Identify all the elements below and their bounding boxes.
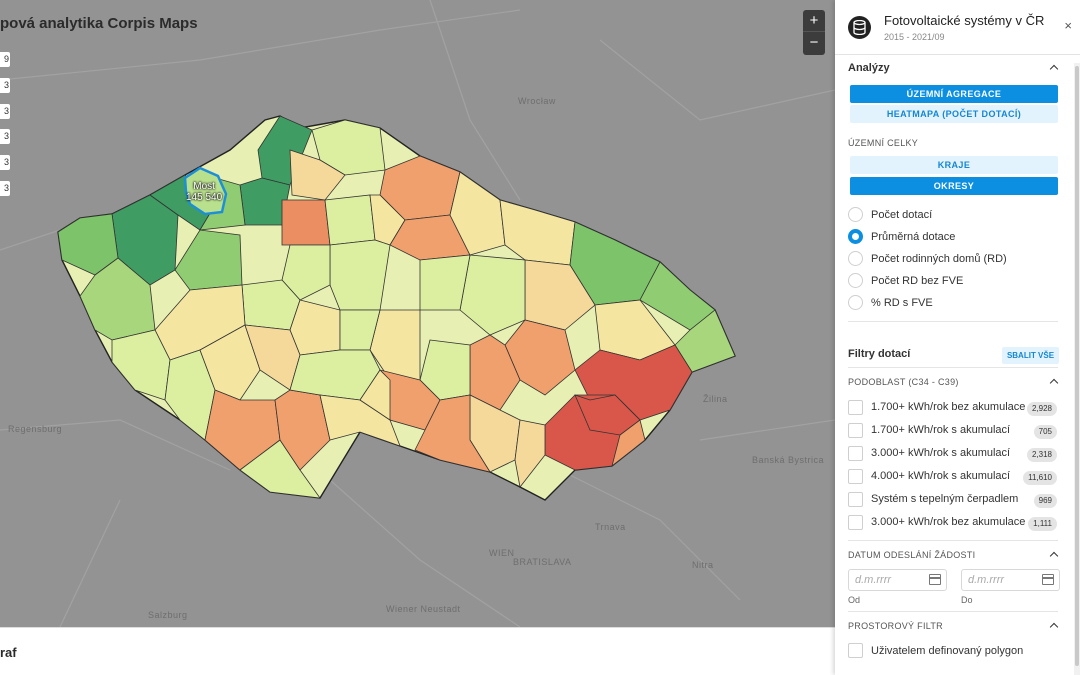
filter-label: 4.000+ kWh/rok s akumulací [871,470,1011,482]
metric-radio-prumerna-dotace[interactable] [848,229,863,244]
chevron-up-icon[interactable] [1050,63,1058,71]
uzemni-agregace-button[interactable]: ÚZEMNÍ AGREGACE [850,85,1058,103]
map-title: pová analytika Corpis Maps [0,15,198,32]
panel-subtitle: 2015 - 2021/09 [884,32,945,42]
polygon-checkbox[interactable] [848,643,863,658]
close-icon[interactable]: × [1064,18,1072,33]
metric-label: % RD s FVE [871,297,933,309]
calendar-icon[interactable] [1042,574,1054,585]
filter-label: 3.000+ kWh/rok bez akumulace [871,516,1026,528]
analyzy-heading[interactable]: Analýzy [848,62,890,74]
place-label: Salzburg [148,610,188,620]
calendar-icon[interactable] [929,574,941,585]
metric-label: Počet dotací [871,209,933,221]
zoom-in-button[interactable]: + [803,10,825,32]
collapse-all-button[interactable]: SBALIT VŠE [1002,347,1059,364]
legend-entry[interactable]: 3 [0,129,10,144]
choropleth-map[interactable] [0,0,835,627]
heatmapa-button[interactable]: HEATMAPA (POČET DOTACÍ) [850,105,1058,123]
count-badge: 969 [1033,494,1057,508]
divider [848,321,1058,322]
filter-label: 3.000+ kWh/rok s akumulací [871,447,1011,459]
metric-radio-pocet-rd[interactable] [848,251,863,266]
place-label: WIEN [489,548,515,558]
filter-checkbox[interactable] [848,492,863,507]
count-badge: 705 [1033,425,1057,439]
date-from-label: Od [848,595,861,605]
chevron-up-icon[interactable] [1050,377,1058,385]
prostorovy-filtr-heading[interactable]: PROSTOROVÝ FILTR [848,621,943,631]
place-label: Trnava [595,522,626,532]
divider [848,367,1058,368]
count-badge: 11,610 [1023,471,1057,485]
scrollbar-thumb[interactable] [1075,66,1079,666]
place-label: Žilina [703,394,728,404]
highlight-name: Most [193,181,215,192]
metric-radio-rd-bez-fve[interactable] [848,273,863,288]
date-to-label: Do [961,595,973,605]
filter-checkbox[interactable] [848,469,863,484]
metric-label: Počet RD bez FVE [871,275,964,287]
okresy-button[interactable]: OKRESY [850,177,1058,195]
filter-checkbox[interactable] [848,400,863,415]
filtry-heading: Filtry dotací [848,348,911,360]
highlight-tooltip: Most 145 540 [186,181,222,203]
place-label: Wiener Neustadt [386,604,461,614]
uzemni-celky-heading: ÚZEMNÍ CELKY [848,138,919,148]
datum-heading[interactable]: DATUM ODESLÁNÍ ŽÁDOSTI [848,550,975,560]
metric-radio-pocet-dotaci[interactable] [848,207,863,222]
legend-entry[interactable]: 9 [0,52,10,67]
place-label: BRATISLAVA [513,557,572,567]
divider [848,611,1058,612]
filter-label: 1.700+ kWh/rok bez akumulace [871,401,1026,413]
legend-entry[interactable]: 3 [0,155,10,170]
filter-checkbox[interactable] [848,446,863,461]
date-to-placeholder: d.m.rrrr [968,574,1005,586]
legend-entry[interactable]: 3 [0,181,10,196]
chevron-up-icon[interactable] [1050,621,1058,629]
bottom-panel: raf [0,627,835,675]
date-to-input[interactable]: d.m.rrrr [961,569,1060,591]
place-label: Wrocław [518,96,556,106]
panel-header: Fotovoltaické systémy v ČR 2015 - 2021/0… [835,0,1080,55]
count-badge: 2,928 [1026,402,1057,416]
zoom-out-button[interactable]: − [803,32,825,54]
metric-label: Průměrná dotace [871,231,956,243]
legend-entry[interactable]: 3 [0,104,10,119]
filter-checkbox[interactable] [848,515,863,530]
place-label: Banská Bystrica [752,455,825,465]
chevron-up-icon[interactable] [1050,550,1058,558]
filter-label: Systém s tepelným čerpadlem [871,493,1019,505]
date-from-input[interactable]: d.m.rrrr [848,569,947,591]
count-badge: 2,318 [1026,448,1057,462]
database-icon [848,16,871,39]
panel-title: Fotovoltaické systémy v ČR [884,13,1045,28]
highlight-value: 145 540 [186,192,223,203]
place-label: Nitra [692,560,714,570]
graph-label[interactable]: raf [0,645,17,660]
metric-radio-pct-rd-fve[interactable] [848,295,863,310]
metric-label: Počet rodinných domů (RD) [871,253,1007,265]
map-view[interactable]: pová analytika Corpis Maps 9 3 3 3 3 3 +… [0,0,835,627]
place-label: Regensburg [8,424,63,434]
side-panel: Fotovoltaické systémy v ČR 2015 - 2021/0… [835,0,1080,675]
polygon-label: Uživatelem definovaný polygon [871,645,1024,657]
divider [848,540,1058,541]
count-badge: 1,111 [1028,517,1057,531]
filter-checkbox[interactable] [848,423,863,438]
zoom-control: + − [803,10,825,55]
legend-entry[interactable]: 3 [0,78,10,93]
filter-label: 1.700+ kWh/rok s akumulací [871,424,1011,436]
panel-scrollbar[interactable] [1074,63,1080,675]
kraje-button[interactable]: KRAJE [850,156,1058,174]
date-from-placeholder: d.m.rrrr [855,574,892,586]
podoblast-heading[interactable]: PODOBLAST (C34 - C39) [848,377,959,387]
